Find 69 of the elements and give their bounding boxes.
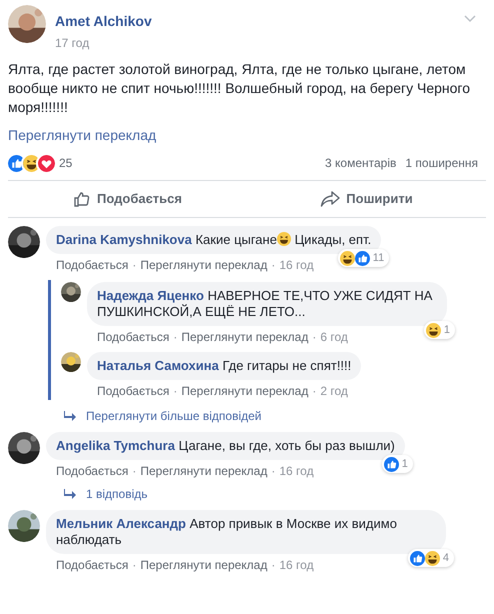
share-arrow-icon bbox=[320, 191, 340, 207]
like-button[interactable]: Подобається bbox=[8, 181, 247, 217]
like-icon bbox=[354, 250, 370, 266]
author-name[interactable]: Amet Alchikov bbox=[55, 13, 152, 29]
commenter-name[interactable]: Darina Kamyshnikova bbox=[56, 232, 192, 247]
comment-action-link[interactable]: Переглянути переклад bbox=[140, 558, 268, 572]
laughing-face-icon bbox=[276, 232, 291, 246]
share-button[interactable]: Поширити bbox=[247, 181, 486, 217]
comment-text: Angelika Tymchura Цагане, вы где, хоть бы раз вышли) bbox=[56, 438, 395, 454]
reaction-badge[interactable]: 1 bbox=[382, 455, 413, 473]
separator-dot: · bbox=[271, 464, 276, 478]
comment-action-link[interactable]: Переглянути переклад bbox=[140, 464, 268, 478]
separator-dot: · bbox=[312, 330, 316, 344]
comment-action-link[interactable]: Подобається bbox=[56, 464, 128, 478]
chevron-down-icon[interactable] bbox=[464, 15, 476, 23]
shares-count[interactable]: 1 поширення bbox=[405, 154, 478, 172]
comment-time[interactable]: 6 год bbox=[320, 330, 348, 344]
separator-dot: · bbox=[173, 330, 178, 344]
reaction-badge[interactable]: 1 bbox=[424, 321, 455, 339]
translate-link[interactable]: Переглянути переклад bbox=[8, 126, 486, 144]
separator-dot: · bbox=[312, 384, 316, 398]
commenter-name[interactable]: Angelika Tymchura bbox=[56, 438, 175, 453]
laughing-face-icon bbox=[424, 550, 440, 566]
comment-action-link[interactable]: Подобається bbox=[56, 558, 128, 572]
separator-dot: · bbox=[132, 464, 136, 478]
comment-text: Мельник Александр Автор привык в Москве их видимо наблюдать bbox=[56, 516, 398, 548]
commenter-name[interactable]: Наталья Самохина bbox=[97, 358, 219, 373]
separator-dot: · bbox=[271, 558, 276, 572]
view-replies-link[interactable]: 1 відповідь bbox=[64, 487, 486, 501]
reaction-badge[interactable]: 11 bbox=[338, 249, 390, 267]
commenter-name[interactable]: Надежда Яценко bbox=[97, 288, 204, 303]
view-replies-link[interactable]: Переглянути більше відповідей bbox=[64, 409, 486, 423]
separator-dot: · bbox=[132, 558, 136, 572]
thumbs-up-icon bbox=[73, 190, 92, 208]
comments-count[interactable]: 3 коментарів bbox=[325, 154, 396, 172]
like-icon bbox=[410, 550, 425, 566]
comment-action-link[interactable]: Переглянути переклад bbox=[140, 258, 268, 272]
reply-arrow-icon bbox=[64, 489, 76, 499]
commenter-name[interactable]: Мельник Александр bbox=[56, 516, 186, 531]
comment-action-link[interactable]: Подобається bbox=[56, 258, 128, 272]
heart-icon bbox=[38, 154, 55, 172]
reaction-count[interactable]: 25 bbox=[59, 154, 72, 172]
like-icon bbox=[8, 154, 25, 172]
reaction-count: 1 bbox=[400, 457, 409, 472]
separator-dot: · bbox=[132, 258, 136, 272]
reaction-badge[interactable]: 4 bbox=[408, 549, 454, 567]
comment-text: Darina Kamyshnikova Какие цыгане Цикады, епт. bbox=[56, 232, 372, 248]
reaction-count: 11 bbox=[372, 251, 386, 266]
comment-text: Надежда Яценко НАВЕРНОЕ ТЕ,ЧТО УЖЕ СИДЯТ НА ПУШКИНСКОЙ,А ЕЩЁ НЕ ЛЕТО... bbox=[97, 288, 434, 320]
comment-action-link[interactable]: Подобається bbox=[97, 330, 170, 344]
comment-time[interactable]: 16 год bbox=[279, 558, 314, 572]
comment-action-link[interactable]: Подобається bbox=[97, 384, 170, 398]
laughing-face-icon bbox=[340, 250, 355, 266]
separator-dot: · bbox=[173, 384, 178, 398]
comment-time[interactable]: 16 год bbox=[279, 464, 314, 478]
post-text: Ялта, где растет золотой виноград, Ялта, где не только цыгане, летом вообще никто не спит ночью!!!!!!! Волшебный город, на берегу Черного моря!!!!!!! bbox=[8, 60, 471, 117]
reply-arrow-icon bbox=[64, 411, 76, 421]
comment-action-link[interactable]: Переглянути переклад bbox=[181, 384, 308, 398]
laughing-face-icon bbox=[426, 322, 441, 338]
comment-text: Наталья Самохина Где гитары не спят!!!! bbox=[97, 358, 352, 374]
separator-dot: · bbox=[271, 258, 276, 272]
post-time[interactable]: 17 год bbox=[55, 34, 152, 52]
comment-time[interactable]: 16 год bbox=[279, 258, 314, 272]
like-icon bbox=[384, 456, 399, 472]
comment-time[interactable]: 2 год bbox=[320, 384, 348, 398]
comment-action-link[interactable]: Переглянути переклад bbox=[181, 330, 308, 344]
laughing-face-icon bbox=[23, 154, 40, 172]
reaction-count: 1 bbox=[442, 323, 451, 338]
reaction-count: 4 bbox=[442, 551, 450, 566]
